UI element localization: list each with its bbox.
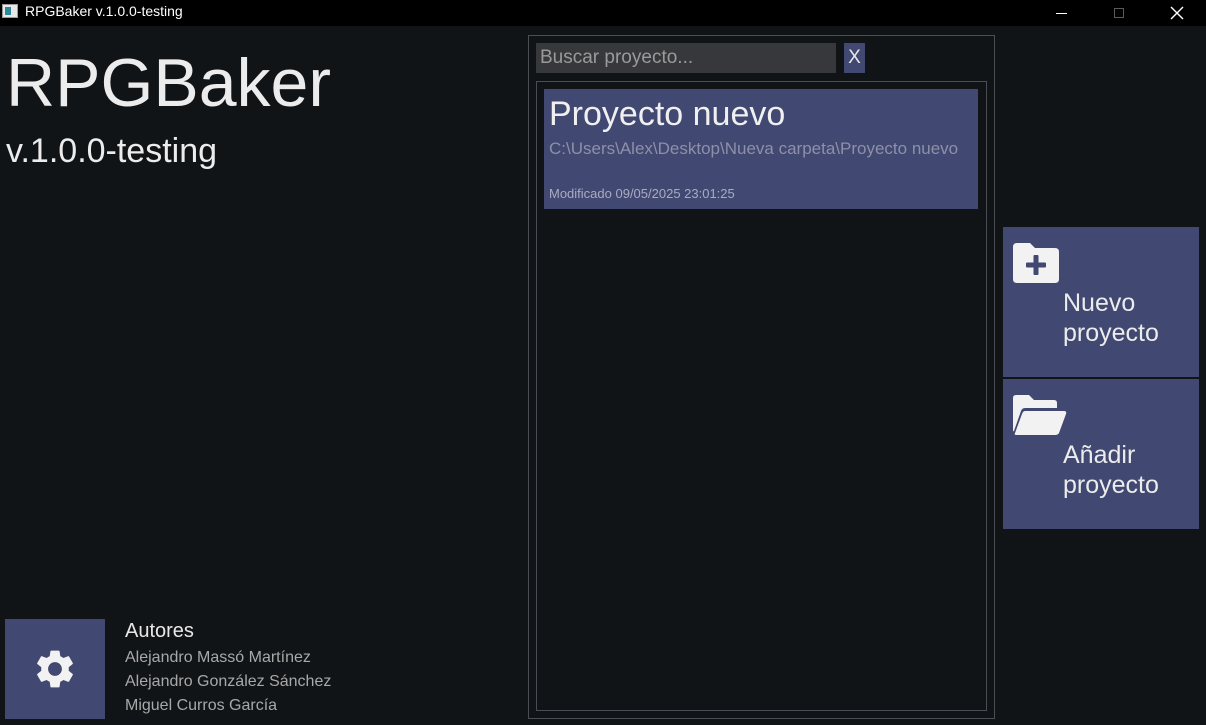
folder-open-icon bbox=[1013, 395, 1067, 435]
close-button[interactable] bbox=[1148, 0, 1206, 26]
new-project-label: Nuevo proyecto bbox=[1063, 289, 1159, 347]
app-title: RPGBaker bbox=[6, 45, 331, 121]
gear-icon bbox=[37, 650, 73, 688]
authors-heading: Autores bbox=[125, 620, 194, 642]
project-name: Proyecto nuevo bbox=[549, 95, 786, 133]
settings-button[interactable] bbox=[5, 619, 105, 719]
app-version: v.1.0.0-testing bbox=[6, 132, 218, 170]
new-project-button[interactable]: Nuevo proyecto bbox=[1003, 227, 1199, 377]
author-name: Alejandro González Sánchez bbox=[125, 673, 332, 690]
project-modified-date: Modificado 09/05/2025 23:01:25 bbox=[549, 186, 735, 201]
clear-search-button[interactable]: X bbox=[844, 43, 865, 73]
maximize-button[interactable] bbox=[1090, 0, 1148, 26]
search-input[interactable] bbox=[536, 43, 836, 73]
project-path: C:\Users\Alex\Desktop\Nueva carpeta\Proy… bbox=[549, 139, 959, 158]
folder-plus-icon bbox=[1013, 243, 1059, 283]
maximize-icon bbox=[1114, 8, 1124, 18]
minimize-icon bbox=[1055, 12, 1067, 14]
close-icon bbox=[1170, 6, 1184, 20]
add-project-label: Añadir proyecto bbox=[1063, 441, 1159, 499]
author-name: Alejandro Massó Martínez bbox=[125, 649, 311, 666]
app-icon bbox=[2, 4, 18, 18]
minimize-button[interactable] bbox=[1032, 0, 1090, 26]
window-titlebar[interactable]: RPGBaker v.1.0.0-testing bbox=[0, 0, 1206, 26]
project-card[interactable]: Proyecto nuevo C:\Users\Alex\Desktop\Nue… bbox=[544, 89, 978, 209]
author-name: Miguel Curros García bbox=[125, 697, 278, 714]
window-title: RPGBaker v.1.0.0-testing bbox=[25, 3, 183, 19]
add-project-button[interactable]: Añadir proyecto bbox=[1003, 379, 1199, 529]
